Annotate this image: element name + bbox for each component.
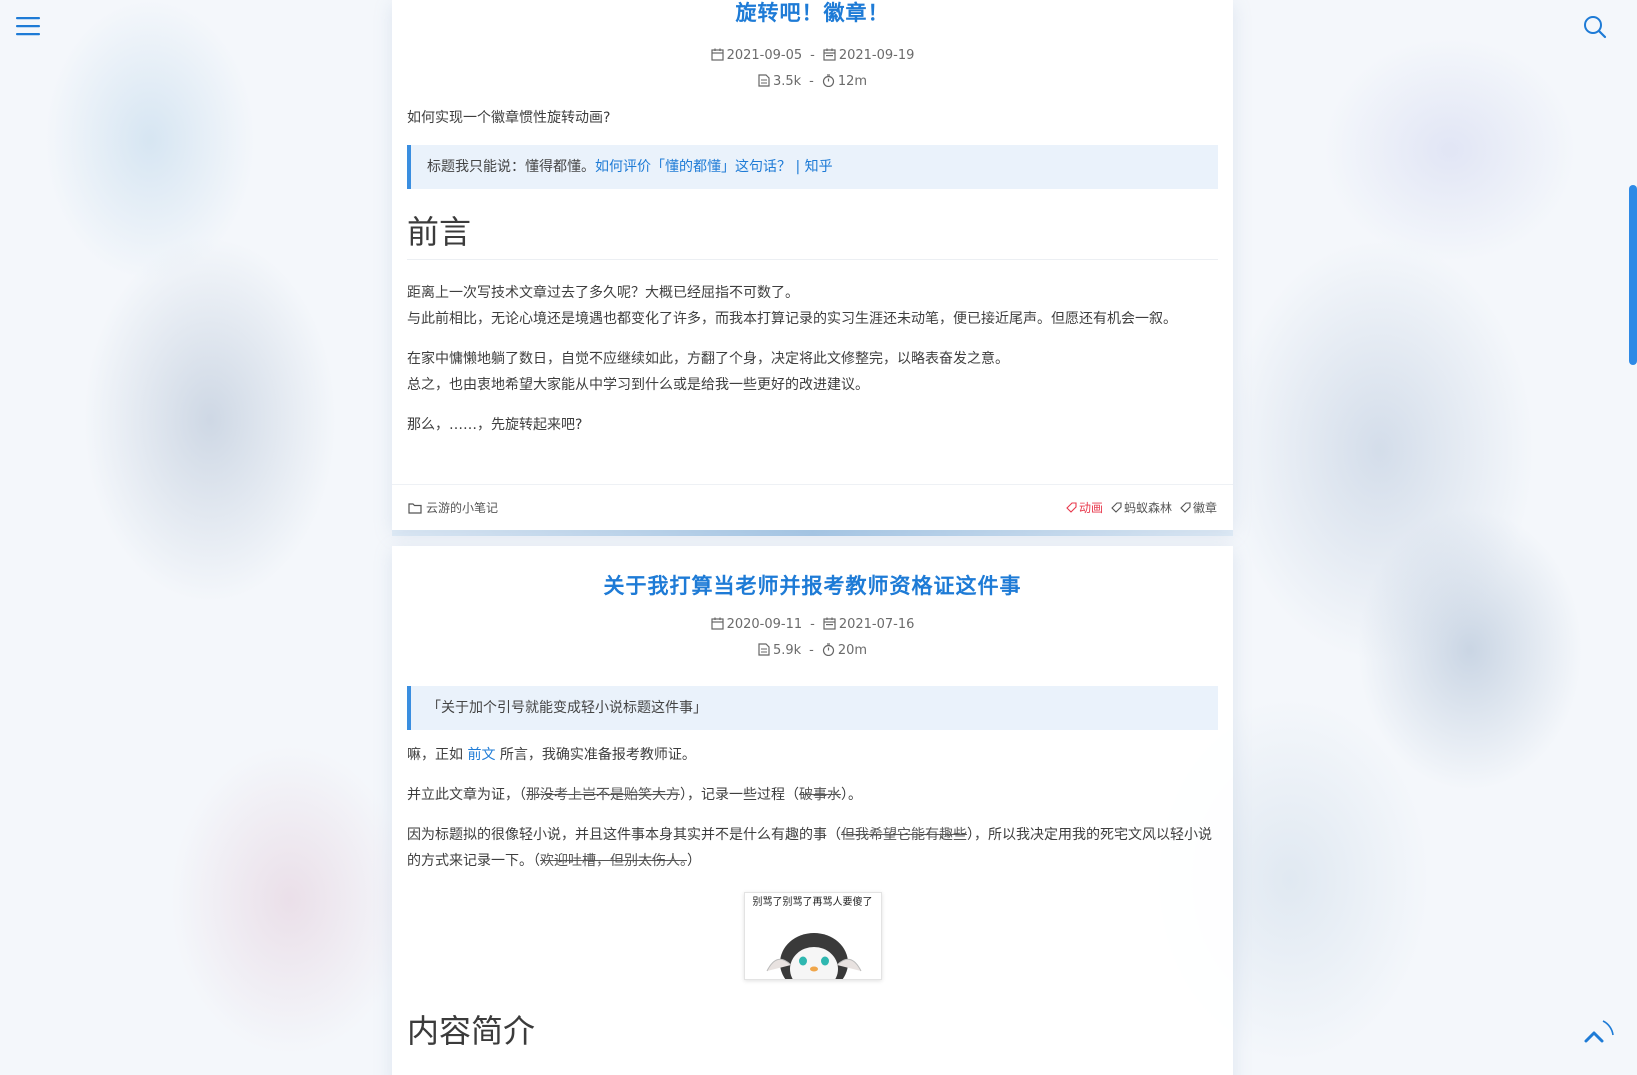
paragraph: 因为标题拟的很像轻小说，并且这件事本身其实并不是什么有趣的事（但我希望它能有趣些… xyxy=(407,822,1218,874)
post-read-time: 20m xyxy=(837,643,868,658)
post-card: 旋转吧！徽章！ 2021-09-05-2021-09-19 3.5k -12m 如… xyxy=(392,0,1233,536)
paragraph: 并立此文章为证，（那没考上岂不是贻笑大方），记录一些过程（破事水）。 xyxy=(407,782,1218,808)
tag-icon xyxy=(1180,502,1191,513)
tag-label: 动画 xyxy=(1078,501,1103,515)
post-excerpt: 「关于加个引号就能变成轻小说标题这件事」 嘛，正如 前文 所言，我确实准备报考教… xyxy=(392,686,1233,1058)
search-button[interactable] xyxy=(1582,14,1608,40)
quote-link[interactable]: 如何评价「懂的都懂」这句话？ | 知乎 xyxy=(595,159,833,175)
tag-ant-forest[interactable]: 蚂蚁森林 xyxy=(1111,499,1172,516)
post-title[interactable]: 旋转吧！徽章！ xyxy=(392,0,1233,26)
blockquote: 标题我只能说：懂得都懂。如何评价「懂的都懂」这句话？ | 知乎 xyxy=(407,145,1218,189)
paragraph-line: 总之，也由衷地希望大家能从中学习到什么或是给我一些更好的改进建议。 xyxy=(407,377,869,393)
post-created-date: 2020-09-11 xyxy=(726,617,803,632)
post-footer: 云游的小笔记 动画 蚂蚁森林 徽章 xyxy=(392,484,1233,536)
menu-icon xyxy=(16,17,40,36)
paragraph-line: 与此前相比，无论心境还是境遇也都变化了许多，而我本打算记录的实习生涯还未动笔，便… xyxy=(407,311,1177,327)
paragraph-line: 距离上一次写技术文章过去了多久呢？大概已经屈指不可数了。 xyxy=(407,285,799,301)
tag-icon xyxy=(1066,502,1077,513)
paragraph: 那么，……，先旋转起来吧? xyxy=(407,417,583,433)
strikethrough-text: 那没考上岂不是贻笑大方 xyxy=(526,787,680,803)
text-run: 所言，我确实准备报考教师证。 xyxy=(499,747,696,763)
search-icon xyxy=(1584,16,1607,39)
strikethrough-text: 破事水 xyxy=(799,787,841,803)
post-tags: 动画 蚂蚁森林 徽章 xyxy=(1066,499,1217,516)
post-category[interactable]: 云游的小笔记 xyxy=(408,499,498,516)
paragraph: 距离上一次写技术文章过去了多久呢？大概已经屈指不可数了。 与此前相比，无论心境还… xyxy=(407,280,1218,332)
tag-icon xyxy=(1111,502,1122,513)
previous-post-link[interactable]: 前文 xyxy=(467,747,495,763)
tag-badge[interactable]: 徽章 xyxy=(1180,499,1217,516)
category-label: 云游的小笔记 xyxy=(426,501,499,515)
penguin-illustration xyxy=(766,933,861,979)
strikethrough-text: 欢迎吐槽，但别太伤人。 xyxy=(540,853,687,869)
post-created-date: 2021-09-05 xyxy=(726,48,803,63)
blockquote: 「关于加个引号就能变成轻小说标题这件事」 xyxy=(407,686,1218,730)
scrollbar[interactable] xyxy=(1628,0,1637,1075)
tag-label: 蚂蚁森林 xyxy=(1123,501,1172,515)
timer-icon xyxy=(822,643,834,656)
text-run: ） xyxy=(687,853,701,869)
word-count-icon xyxy=(758,74,770,87)
sticker-image: 别骂了别骂了再骂人要傻了 xyxy=(743,892,882,980)
post-title[interactable]: 关于我打算当老师并报考教师资格证这件事 xyxy=(392,546,1233,600)
text-run: ），记录一些过程（ xyxy=(680,787,799,803)
menu-button[interactable] xyxy=(14,14,42,38)
text-run: 嘛，正如 xyxy=(407,747,463,763)
strikethrough-text: 但我希望它能有趣些 xyxy=(841,827,967,843)
back-to-top-button[interactable] xyxy=(1573,1015,1617,1059)
paragraph-line: 在家中慵懒地躺了数日，自觉不应继续如此，方翻了个身，决定将此文修整完，以略表奋发… xyxy=(407,351,1009,367)
tag-label: 徽章 xyxy=(1192,501,1217,515)
text-run: 并立此文章为证，（ xyxy=(407,787,526,803)
paragraph: 在家中慵懒地躺了数日，自觉不应继续如此，方翻了个身，决定将此文修整完，以略表奋发… xyxy=(407,346,1218,398)
quote-text: 「关于加个引号就能变成轻小说标题这件事」 xyxy=(427,700,707,716)
section-heading: 内容简介 xyxy=(407,1012,536,1050)
folder-icon xyxy=(408,502,422,514)
paragraph: 嘛，正如 前文 所言，我确实准备报考教师证。 xyxy=(407,742,1218,768)
tag-animation[interactable]: 动画 xyxy=(1066,499,1103,516)
timer-icon xyxy=(822,74,834,87)
post-excerpt: 如何实现一个徽章惯性旋转动画? 标题我只能说：懂得都懂。如何评价「懂的都懂」这句… xyxy=(392,105,1233,438)
post-intro: 如何实现一个徽章惯性旋转动画? xyxy=(407,110,611,126)
post-updated-date: 2021-07-16 xyxy=(838,617,915,632)
post-meta-stats: 5.9k -20m xyxy=(392,638,1233,664)
sticker-caption: 别骂了别骂了再骂人要傻了 xyxy=(752,897,873,908)
post-read-time: 12m xyxy=(837,74,868,89)
calendar-icon xyxy=(710,617,724,630)
post-meta-stats: 3.5k -12m xyxy=(392,69,1233,95)
section-heading: 前言 xyxy=(407,211,1218,260)
post-word-count: 5.9k xyxy=(772,643,802,658)
calendar-edit-icon xyxy=(823,617,836,630)
post-word-count: 3.5k xyxy=(772,74,802,89)
text-run: 因为标题拟的很像轻小说，并且这件事本身其实并不是什么有趣的事（ xyxy=(407,827,841,843)
post-card: 关于我打算当老师并报考教师资格证这件事 2020-09-11-2021-07-1… xyxy=(392,546,1233,1075)
calendar-edit-icon xyxy=(823,48,836,61)
text-run: ）。 xyxy=(841,787,862,803)
post-updated-date: 2021-09-19 xyxy=(838,48,915,63)
chevron-up-icon xyxy=(1584,1020,1614,1043)
calendar-icon xyxy=(710,48,724,61)
post-meta-dates: 2021-09-05-2021-09-19 xyxy=(392,43,1233,69)
scrollbar-thumb[interactable] xyxy=(1629,185,1637,365)
post-meta-dates: 2020-09-11-2021-07-16 xyxy=(392,612,1233,638)
quote-text: 标题我只能说：懂得都懂。 xyxy=(427,159,595,175)
word-count-icon xyxy=(758,643,770,656)
